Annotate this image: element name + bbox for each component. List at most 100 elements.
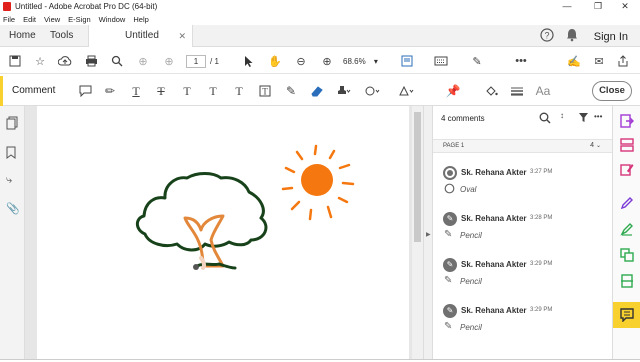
- pin-icon[interactable]: 📌: [444, 82, 462, 100]
- upload-cloud-icon[interactable]: [56, 52, 74, 70]
- menu-file[interactable]: File: [3, 15, 15, 24]
- help-icon[interactable]: ?: [540, 28, 554, 42]
- collapse-right-icon[interactable]: ▶: [426, 231, 431, 238]
- zoom-level-dropdown[interactable]: 68.6% ▾: [343, 55, 387, 68]
- more-tools-icon[interactable]: •••: [512, 52, 530, 70]
- pencil-cursor-icon: [193, 264, 199, 270]
- fill-color-icon[interactable]: [482, 82, 500, 100]
- page-group-header[interactable]: PAGE 1 4 ⌄: [433, 139, 613, 153]
- acrobat-logo-icon: [3, 2, 11, 11]
- comment-author: Sk. Rehana Akter: [461, 260, 527, 269]
- hand-tool-icon[interactable]: ✋: [266, 52, 284, 70]
- sort-comments-icon[interactable]: ↕: [560, 111, 564, 120]
- eraser-icon[interactable]: [308, 82, 326, 100]
- comment-item[interactable]: ✎ Sk. Rehana Akter 3:29 PM ✎ Pencil: [433, 304, 613, 348]
- sign-in-link[interactable]: Sign In: [594, 25, 628, 49]
- close-tab-icon[interactable]: ✕: [178, 25, 186, 47]
- insert-text-icon[interactable]: T: [204, 82, 222, 100]
- pencil-badge-icon: ✎: [443, 212, 457, 226]
- vertical-scrollbar[interactable]: [412, 106, 423, 360]
- comment-type: Pencil: [460, 277, 482, 286]
- print-icon[interactable]: [82, 52, 100, 70]
- minimize-icon[interactable]: —: [554, 0, 580, 13]
- zoom-in-icon[interactable]: ⊕: [318, 52, 336, 70]
- edit-pdf-icon[interactable]: [620, 162, 634, 176]
- tab-home[interactable]: Home: [9, 25, 36, 47]
- bell-icon[interactable]: [566, 28, 578, 42]
- tree-canopy-drawing[interactable]: [135, 172, 268, 252]
- signatures-icon[interactable]: ⤷: [6, 174, 20, 188]
- page-thumbnails-icon[interactable]: [6, 116, 20, 130]
- title-bar: Untitled - Adobe Acrobat Pro DC (64-bit)…: [0, 0, 640, 13]
- document-area[interactable]: [25, 106, 423, 360]
- add-text-comment-icon[interactable]: T: [230, 82, 248, 100]
- tab-document[interactable]: Untitled ✕: [88, 25, 193, 47]
- tree-trunk-drawing[interactable]: [183, 214, 225, 268]
- comment-tool-active[interactable]: [613, 302, 640, 328]
- comment-options-icon[interactable]: •••: [594, 112, 602, 121]
- svg-text:?: ?: [544, 31, 549, 41]
- scrollbar-thumb[interactable]: [414, 112, 421, 242]
- close-comment-button[interactable]: Close: [592, 81, 632, 101]
- strikethrough-text-icon[interactable]: T: [152, 82, 170, 100]
- star-icon[interactable]: ☆: [31, 52, 49, 70]
- sun-drawing[interactable]: [301, 164, 333, 196]
- send-for-signature-icon[interactable]: [620, 222, 634, 236]
- fit-page-icon[interactable]: [398, 52, 416, 70]
- page-group-count: 4 ⌄: [590, 142, 601, 149]
- chevron-down-icon: ▾: [373, 57, 378, 66]
- email-icon[interactable]: ✉: [590, 52, 608, 70]
- filter-icon[interactable]: [578, 112, 589, 123]
- page-number-input[interactable]: 1: [186, 55, 206, 68]
- fill-sign-icon[interactable]: [620, 196, 634, 210]
- pencil-draw-icon[interactable]: ✎: [282, 82, 300, 100]
- tab-document-label: Untitled: [125, 30, 159, 41]
- highlight-icon[interactable]: ✏: [101, 82, 119, 100]
- comment-author: Sk. Rehana Akter: [461, 214, 527, 223]
- attach-file-icon[interactable]: [364, 82, 382, 100]
- restore-icon[interactable]: ❐: [585, 0, 611, 13]
- sign-pen-icon[interactable]: ✎: [468, 52, 486, 70]
- tab-tools[interactable]: Tools: [50, 25, 73, 47]
- pdf-page[interactable]: [37, 106, 409, 360]
- font-settings-icon[interactable]: Aa: [534, 82, 552, 100]
- comment-item[interactable]: ✎ Sk. Rehana Akter 3:29 PM ✎ Pencil: [433, 258, 613, 302]
- replace-text-icon[interactable]: T: [178, 82, 196, 100]
- comment-type: Pencil: [460, 323, 482, 332]
- search-comments-icon[interactable]: [539, 112, 551, 124]
- menu-help[interactable]: Help: [133, 15, 148, 24]
- combine-files-icon[interactable]: [620, 248, 634, 262]
- panel-divider[interactable]: ▶: [423, 106, 432, 360]
- comment-type: Oval: [460, 185, 477, 194]
- export-pdf-icon[interactable]: [620, 114, 634, 128]
- prev-page-icon[interactable]: ⊕: [134, 52, 152, 70]
- line-weight-icon[interactable]: [508, 82, 526, 100]
- window-title: Untitled - Adobe Acrobat Pro DC (64-bit): [15, 2, 158, 11]
- menu-window[interactable]: Window: [99, 15, 126, 24]
- link-sign-icon[interactable]: ✍: [565, 52, 583, 70]
- close-window-icon[interactable]: ✕: [612, 0, 638, 13]
- scan-ocr-icon[interactable]: [620, 274, 634, 288]
- comment-item[interactable]: Sk. Rehana Akter 3:27 PM Oval: [433, 166, 613, 210]
- organize-pages-icon[interactable]: [620, 138, 634, 152]
- zoom-out-icon[interactable]: ⊖: [292, 52, 310, 70]
- keyboard-icon[interactable]: [432, 52, 450, 70]
- comment-toolbar-title: Comment: [12, 85, 56, 96]
- zoom-search-icon[interactable]: [108, 52, 126, 70]
- save-icon[interactable]: [6, 52, 24, 70]
- select-cursor-icon[interactable]: [240, 52, 258, 70]
- underline-text-icon[interactable]: T: [127, 82, 145, 100]
- next-page-icon[interactable]: ⊕: [160, 52, 178, 70]
- stamp-icon[interactable]: [334, 82, 352, 100]
- chevron-down-icon: ⌄: [595, 143, 601, 149]
- comment-item[interactable]: ✎ Sk. Rehana Akter 3:28 PM ✎ Pencil: [433, 212, 613, 256]
- menu-edit[interactable]: Edit: [23, 15, 36, 24]
- sticky-note-icon[interactable]: [76, 82, 94, 100]
- share-icon[interactable]: [614, 52, 632, 70]
- menu-view[interactable]: View: [44, 15, 60, 24]
- text-box-icon[interactable]: T: [256, 82, 274, 100]
- menu-esign[interactable]: E-Sign: [68, 15, 91, 24]
- shapes-icon[interactable]: [398, 82, 416, 100]
- attachments-icon[interactable]: 📎: [6, 202, 20, 216]
- bookmark-icon[interactable]: [6, 146, 20, 160]
